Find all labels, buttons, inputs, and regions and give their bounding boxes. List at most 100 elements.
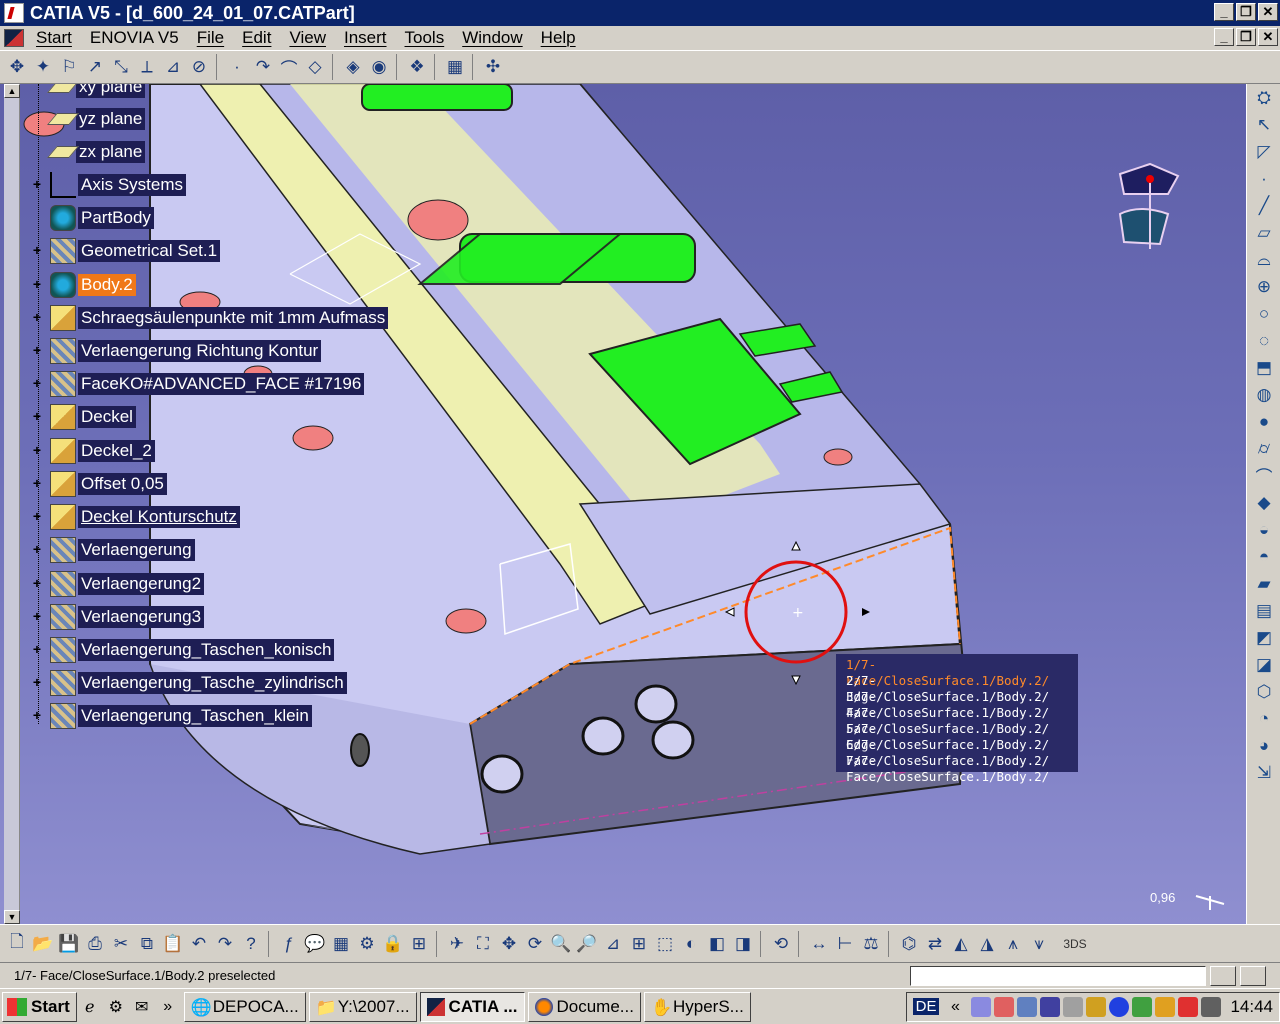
doc-restore-button[interactable]: ❐ — [1236, 28, 1256, 46]
fill-icon[interactable]: ◇ — [302, 54, 328, 80]
sphere-icon[interactable]: ● — [1249, 408, 1279, 435]
tree-node-verlaengerung-richtung-kontur[interactable]: + Verlaengerung Richtung Kontur — [30, 336, 322, 366]
pan-icon[interactable]: ✥ — [4, 54, 30, 80]
tree-node-deckel[interactable]: + Deckel — [30, 402, 136, 432]
menu-view[interactable]: View — [285, 28, 340, 48]
shading-icon[interactable]: ◐ — [678, 931, 704, 957]
analysis-icon[interactable]: ⌬ — [896, 931, 922, 957]
intersection-icon[interactable]: ⊕ — [1249, 273, 1279, 300]
tree-node-zx-plane[interactable]: zx plane — [46, 137, 146, 167]
tree-node-tasche-zylindrisch[interactable]: + Verlaengerung_Tasche_zylindrisch — [30, 668, 347, 698]
close-button[interactable]: ✕ — [1258, 3, 1278, 21]
split-icon[interactable]: ◉ — [366, 54, 392, 80]
zoom-out-icon[interactable]: 🔎 — [574, 931, 600, 957]
spline-icon[interactable]: ↷ — [250, 54, 276, 80]
copy-icon[interactable]: ⧉ — [134, 931, 160, 957]
expand-icon[interactable]: + — [30, 642, 44, 657]
workbench-icon[interactable]: ⛭ — [1249, 84, 1279, 111]
tray-expand-icon[interactable]: « — [942, 994, 968, 1020]
tray-app-icon[interactable] — [994, 996, 1015, 1017]
join-icon[interactable]: ▰ — [1249, 570, 1279, 597]
fillet-icon[interactable]: ◔ — [1249, 705, 1279, 732]
document-menu-icon[interactable] — [4, 29, 24, 47]
settings-icon[interactable]: ⚙ — [103, 994, 129, 1020]
conic-icon[interactable]: ◌ — [1249, 327, 1279, 354]
split-icon[interactable]: ◩ — [1249, 624, 1279, 651]
tray-app-icon[interactable] — [1201, 996, 1222, 1017]
hide-show-icon[interactable]: ◧ — [704, 931, 730, 957]
tray-app-icon[interactable] — [1063, 996, 1084, 1017]
redo-icon[interactable]: ↷ — [212, 931, 238, 957]
blend-icon[interactable]: ◓ — [1249, 543, 1279, 570]
formula-icon[interactable]: ƒ — [276, 931, 302, 957]
grid-icon[interactable]: ▦ — [442, 54, 468, 80]
open-icon[interactable]: 📂 — [30, 931, 56, 957]
task-catia[interactable]: CATIA ... — [419, 991, 525, 1022]
circle-icon[interactable]: ○ — [1249, 300, 1279, 327]
fit-all-icon[interactable]: ⛶ — [470, 931, 496, 957]
expand-icon[interactable]: + — [30, 476, 44, 491]
menu-tools[interactable]: Tools — [401, 28, 459, 48]
extrude-icon[interactable]: ⬒ — [1249, 354, 1279, 381]
doc-close-button[interactable]: ✕ — [1258, 28, 1278, 46]
expand-icon[interactable]: + — [30, 443, 44, 458]
whats-this-icon[interactable]: ? — [238, 931, 264, 957]
revolve-icon[interactable]: ◍ — [1249, 381, 1279, 408]
more-quicklaunch-icon[interactable]: » — [155, 994, 181, 1020]
draft-analysis-icon[interactable]: ◭ — [948, 931, 974, 957]
projection-icon[interactable]: ⌓ — [1249, 246, 1279, 273]
menu-insert[interactable]: Insert — [340, 28, 401, 48]
expand-icon[interactable]: + — [30, 708, 44, 723]
preselection-item[interactable]: 1/7- Face/CloseSurface.1/Body.2/ — [846, 657, 1068, 688]
circle-icon[interactable]: · — [224, 54, 250, 80]
comb-icon[interactable]: ⩛ — [1026, 931, 1052, 957]
new-icon[interactable]: 🗋 — [4, 931, 30, 957]
tree-node-yz-plane[interactable]: yz plane — [46, 104, 146, 134]
plane-icon[interactable]: ▱ — [1249, 219, 1279, 246]
expand-icon[interactable]: + — [30, 310, 44, 325]
outlook-icon[interactable]: ✉ — [129, 994, 155, 1020]
power-input[interactable] — [910, 965, 1206, 986]
tree-node-taschen-konisch[interactable]: + Verlaengerung_Taschen_konisch — [30, 635, 335, 665]
security-icon[interactable] — [1086, 996, 1107, 1017]
expand-icon[interactable]: + — [30, 409, 44, 424]
expand-icon[interactable]: + — [30, 177, 44, 192]
expand-icon[interactable]: + — [30, 376, 44, 391]
menu-file[interactable]: File — [193, 28, 238, 48]
menu-edit[interactable]: Edit — [238, 28, 285, 48]
loft-icon[interactable]: ◒ — [1249, 516, 1279, 543]
point-icon[interactable]: ↗ — [82, 54, 108, 80]
tray-app-icon[interactable] — [1132, 996, 1153, 1017]
menu-start[interactable]: Start — [32, 28, 86, 48]
catalog-icon[interactable]: ⊞ — [406, 931, 432, 957]
3d-viewport[interactable]: + ▲ ▼ xy plane yz plane zx plane + Axis … — [0, 84, 1246, 924]
task-depoca[interactable]: 🌐 DEPOCA... — [183, 991, 306, 1022]
paste-icon[interactable]: 📋 — [160, 931, 186, 957]
tray-app-icon[interactable] — [1178, 996, 1199, 1017]
expand-icon[interactable]: + — [30, 509, 44, 524]
tray-app-icon[interactable] — [1155, 996, 1176, 1017]
expand-icon[interactable]: + — [30, 243, 44, 258]
menu-help[interactable]: Help — [537, 28, 590, 48]
task-firefox[interactable]: Docume... — [527, 991, 641, 1022]
comment-icon[interactable]: 💬 — [302, 931, 328, 957]
knowledge-icon[interactable]: ⚙ — [354, 931, 380, 957]
print-icon[interactable]: ⎙ — [82, 931, 108, 957]
healing-icon[interactable]: ▤ — [1249, 597, 1279, 624]
line-icon[interactable]: ⤡ — [108, 54, 134, 80]
sketcher-icon[interactable]: ◸ — [1249, 138, 1279, 165]
bluetooth-icon[interactable] — [1109, 996, 1130, 1017]
tray-app-icon[interactable] — [971, 996, 992, 1017]
scroll-up-icon[interactable]: ▲ — [4, 84, 20, 98]
plane-icon[interactable]: ⊿ — [160, 54, 186, 80]
hide-show-icon[interactable]: ⚐ — [56, 54, 82, 80]
tree-node-schraegsaeulenpunkte[interactable]: + Schraegsäulenpunkte mit 1mm Aufmass — [30, 303, 389, 333]
cylinder-icon[interactable]: ⌭ — [1249, 435, 1279, 462]
chamfer-icon[interactable]: ◕ — [1249, 732, 1279, 759]
clock[interactable]: 14:44 — [1230, 997, 1273, 1017]
measure-inertia-icon[interactable]: ⚖ — [858, 931, 884, 957]
language-indicator[interactable]: DE — [912, 998, 940, 1015]
snap-icon[interactable]: ✣ — [480, 54, 506, 80]
measure-item-icon[interactable]: ⊢ — [832, 931, 858, 957]
doc-minimize-button[interactable]: _ — [1214, 28, 1234, 46]
